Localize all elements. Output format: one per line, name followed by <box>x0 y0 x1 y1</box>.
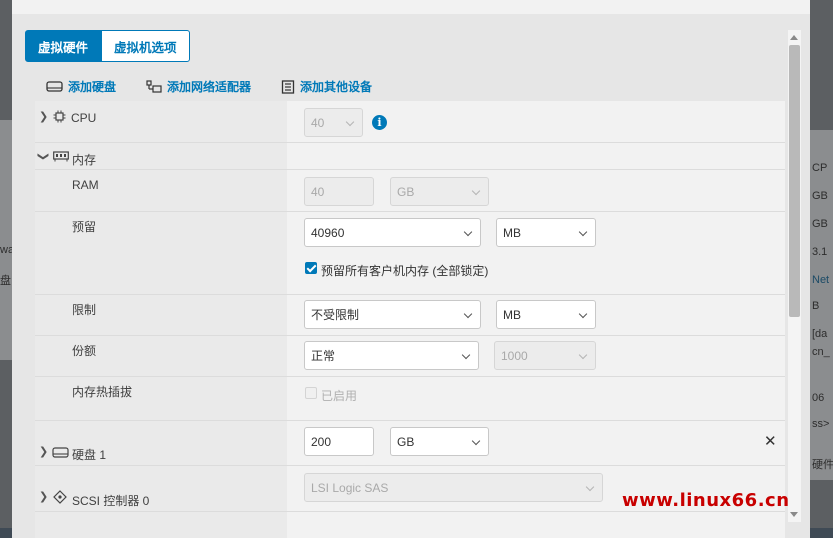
next-device-row <box>35 512 785 538</box>
reserve-all-label: 预留所有客户机内存 (全部锁定) <box>321 264 489 278</box>
edit-settings-dialog: 虚拟硬件 虚拟机选项 添加硬盘 添加网络适配器 添加其他设备 ❯ CPU 40 … <box>12 0 810 538</box>
shares-row: 份额 正常 1000 <box>35 336 785 377</box>
network-adapter-icon <box>146 80 162 93</box>
bg-text: 硬件 <box>812 459 833 471</box>
add-network-adapter-button[interactable]: 添加网络适配器 <box>146 78 251 95</box>
scsi-controller-icon <box>53 490 67 507</box>
bg-text: Net <box>812 274 830 286</box>
reservation-value-select[interactable]: 40960 <box>304 218 481 247</box>
add-hard-disk-button[interactable]: 添加硬盘 <box>46 78 116 95</box>
chevron-right-icon[interactable]: ❯ <box>39 445 48 458</box>
memory-row: ❯ 内存 <box>35 143 785 170</box>
limit-value-select[interactable]: 不受限制 <box>304 300 481 329</box>
hotplug-checkbox[interactable] <box>305 387 317 399</box>
scsi-controller-type-select[interactable]: LSI Logic SAS <box>304 473 603 502</box>
cpu-label: CPU <box>71 111 97 125</box>
hard-disk-unit-select[interactable]: GB <box>390 427 489 456</box>
ram-row: RAM 40 GB <box>35 170 785 212</box>
reservation-row: 预留 40960 MB 预留所有客户机内存 (全部锁定) <box>35 212 785 295</box>
bg-text: B <box>812 300 820 312</box>
tab-virtual-hardware[interactable]: 虚拟硬件 <box>25 30 102 62</box>
bg-text: 06 <box>812 392 825 404</box>
cpu-icon <box>53 110 66 126</box>
reservation-label: 预留 <box>72 220 97 234</box>
hotplug-label: 内存热插拔 <box>72 385 133 399</box>
scrollbar-thumb[interactable] <box>789 45 800 317</box>
remove-device-icon[interactable]: ✕ <box>764 432 777 450</box>
hard-disk-icon <box>46 80 63 93</box>
ram-unit-select[interactable]: GB <box>390 177 489 206</box>
reserve-all-checkbox[interactable] <box>305 262 317 274</box>
shares-level-select[interactable]: 正常 <box>304 341 479 370</box>
bg-text: [da <box>812 328 828 340</box>
bg-text: 3.1 <box>812 246 828 258</box>
bg-text: GB <box>812 218 828 230</box>
site-watermark: www.linux66.cn <box>622 490 790 511</box>
limit-unit-select[interactable]: MB <box>496 300 596 329</box>
memory-icon <box>53 151 69 165</box>
hardware-toolbar: 添加硬盘 添加网络适配器 添加其他设备 <box>46 78 372 95</box>
add-network-adapter-label: 添加网络适配器 <box>167 80 252 94</box>
hardware-grid: ❯ CPU 40 i ❯ 内存 RAM 40 GB 预留 40960 MB 预留… <box>35 101 785 538</box>
memory-hotplug-row: 内存热插拔 已启用 <box>35 377 785 421</box>
chevron-right-icon[interactable]: ❯ <box>39 110 48 123</box>
bg-text: CP <box>812 162 828 174</box>
add-other-device-label: 添加其他设备 <box>300 80 373 94</box>
info-icon[interactable]: i <box>372 115 387 130</box>
ram-size-input[interactable]: 40 <box>304 177 374 206</box>
hard-disk-row: ❯ 硬盘 1 200 GB ✕ <box>35 421 785 466</box>
chevron-down-icon[interactable]: ❯ <box>37 152 50 161</box>
bg-text: GB <box>812 190 828 202</box>
limit-row: 限制 不受限制 MB <box>35 295 785 336</box>
reservation-unit-select[interactable]: MB <box>496 218 596 247</box>
limit-label: 限制 <box>72 303 97 317</box>
hard-disk-icon <box>52 446 69 462</box>
scroll-down-arrow[interactable] <box>790 512 798 517</box>
hard-disk-label: 硬盘 1 <box>72 448 107 462</box>
shares-amount-select[interactable]: 1000 <box>494 341 596 370</box>
scroll-up-arrow[interactable] <box>790 35 798 40</box>
dialog-header-edge <box>12 0 810 14</box>
tab-vm-options[interactable]: 虚拟机选项 <box>101 30 190 62</box>
hotplug-enabled-label: 已启用 <box>321 389 358 403</box>
scsi-controller-label: SCSI 控制器 0 <box>72 494 150 508</box>
other-device-icon <box>281 79 295 94</box>
bg-text: 盘 <box>0 275 11 287</box>
shares-label: 份额 <box>72 344 97 358</box>
tab-bar: 虚拟硬件 虚拟机选项 <box>25 30 190 62</box>
memory-label: 内存 <box>72 153 97 167</box>
add-other-device-button[interactable]: 添加其他设备 <box>281 78 372 95</box>
ram-label: RAM <box>72 178 99 192</box>
cpu-count-select[interactable]: 40 <box>304 108 363 137</box>
chevron-right-icon[interactable]: ❯ <box>39 490 48 503</box>
hard-disk-size-input[interactable]: 200 <box>304 427 374 456</box>
add-hard-disk-label: 添加硬盘 <box>68 80 117 94</box>
bg-text: cn_ <box>812 346 830 358</box>
bg-text: ss> <box>812 418 830 430</box>
cpu-row: ❯ CPU 40 i <box>35 101 785 143</box>
